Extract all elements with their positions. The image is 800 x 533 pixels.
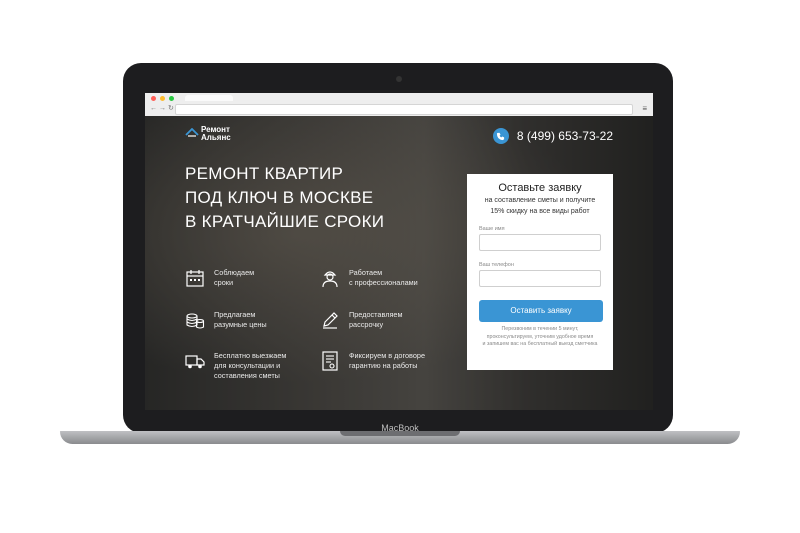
feature-free-visit: Бесплатно выезжаем для консультации и со… [185, 351, 286, 381]
feature-line: для консультации и [214, 361, 281, 370]
headline-line-1: РЕМОНТ КВАРТИР [185, 164, 344, 183]
feature-line: с профессионалами [349, 278, 418, 287]
form-subtitle-line: на составление сметы и получите [484, 197, 596, 204]
nav-buttons: ←→↻ [150, 104, 176, 112]
window-controls [151, 96, 174, 101]
worker-icon [322, 271, 338, 288]
hamburger-menu-icon[interactable]: ≡ [642, 104, 647, 113]
landing-page: Ремонт Альянс 8 (499) 653-73-22 РЕМОНТ К… [145, 116, 653, 410]
feature-text: Предлагаем разумные цены [214, 310, 267, 330]
coins-icon [186, 313, 205, 329]
feature-line: составления сметы [214, 371, 280, 380]
back-icon[interactable]: ← [150, 105, 159, 112]
form-note-line: и запишем вас на бесплатный выезд сметчи… [482, 341, 598, 347]
feature-prices: Предлагаем разумные цены [185, 310, 267, 330]
camera-icon [396, 76, 402, 82]
logo-text: Ремонт Альянс [201, 126, 231, 142]
maximize-icon[interactable] [169, 96, 174, 101]
logo-line-2: Альянс [201, 133, 231, 142]
form-note: Перезвоним в течении 5 минут, проконсуль… [473, 326, 607, 349]
laptop-screen: ←→↻ ≡ Ремонт Альянс 8 (499) 653-73-22 РЕ… [145, 93, 653, 410]
truck-icon [185, 355, 205, 369]
browser-chrome: ←→↻ ≡ [145, 93, 653, 117]
site-logo[interactable]: Ремонт Альянс [185, 126, 231, 142]
minimize-icon[interactable] [160, 96, 165, 101]
logo-house-icon [185, 128, 199, 137]
form-note-line: проконсультируем, уточним удобное время [486, 333, 594, 340]
feature-line: Работаем [349, 268, 383, 277]
feature-line: гарантию на работы [349, 361, 418, 370]
feature-text: Работаем с профессионалами [349, 268, 418, 288]
feature-professionals: Работаем с профессионалами [320, 268, 418, 288]
request-form: Оставьте заявку на составление сметы и п… [467, 174, 613, 370]
address-bar[interactable] [175, 104, 633, 115]
feature-line: Фиксируем в договоре [349, 351, 426, 360]
phone-number[interactable]: 8 (499) 653-73-22 [517, 129, 613, 143]
form-subtitle-line: 15% скидку на все виды работ [490, 208, 590, 215]
feature-line: рассрочку [349, 320, 384, 329]
form-subtitle: на составление сметы и получите 15% скид… [471, 195, 609, 217]
feature-line: разумные цены [214, 320, 267, 329]
feature-text: Предоставляем рассрочку [349, 310, 402, 330]
feature-text: Фиксируем в договоре гарантию на работы [349, 351, 425, 371]
feature-installment: Предоставляем рассрочку [320, 310, 402, 330]
forward-icon[interactable]: → [159, 105, 168, 112]
headline-line-3: В КРАТЧАЙШИЕ СРОКИ [185, 212, 385, 231]
name-input[interactable] [479, 234, 601, 251]
browser-tab[interactable] [185, 95, 233, 101]
close-icon[interactable] [151, 96, 156, 101]
form-note-line: Перезвоним в течении 5 минут, [501, 326, 579, 332]
feature-line: Соблюдаем [214, 268, 255, 277]
submit-request-button[interactable]: Оставить заявку [479, 300, 603, 322]
phone-icon [492, 128, 509, 144]
feature-line: Предоставляем [349, 310, 403, 319]
name-label: Ваше имя [479, 226, 505, 232]
feature-line: сроки [214, 278, 234, 287]
feature-line: Предлагаем [214, 310, 256, 319]
page-headline: РЕМОНТ КВАРТИР ПОД КЛЮЧ В МОСКВЕ В КРАТЧ… [185, 162, 384, 234]
feature-line: Бесплатно выезжаем [214, 351, 287, 360]
headline-line-2: ПОД КЛЮЧ В МОСКВЕ [185, 188, 374, 207]
feature-text: Бесплатно выезжаем для консультации и со… [214, 351, 286, 381]
feature-deadlines: Соблюдаем сроки [185, 268, 254, 288]
feature-text: Соблюдаем сроки [214, 268, 254, 288]
form-title: Оставьте заявку [498, 182, 582, 194]
pen-icon [323, 312, 338, 329]
phone-block[interactable]: 8 (499) 653-73-22 [492, 128, 613, 144]
phone-input[interactable] [479, 270, 601, 287]
feature-guarantee: Фиксируем в договоре гарантию на работы [320, 351, 425, 371]
calendar-icon [186, 270, 204, 287]
document-icon [322, 351, 338, 371]
phone-label: Ваш телефон [479, 262, 514, 268]
macbook-label: MacBook [381, 423, 419, 433]
